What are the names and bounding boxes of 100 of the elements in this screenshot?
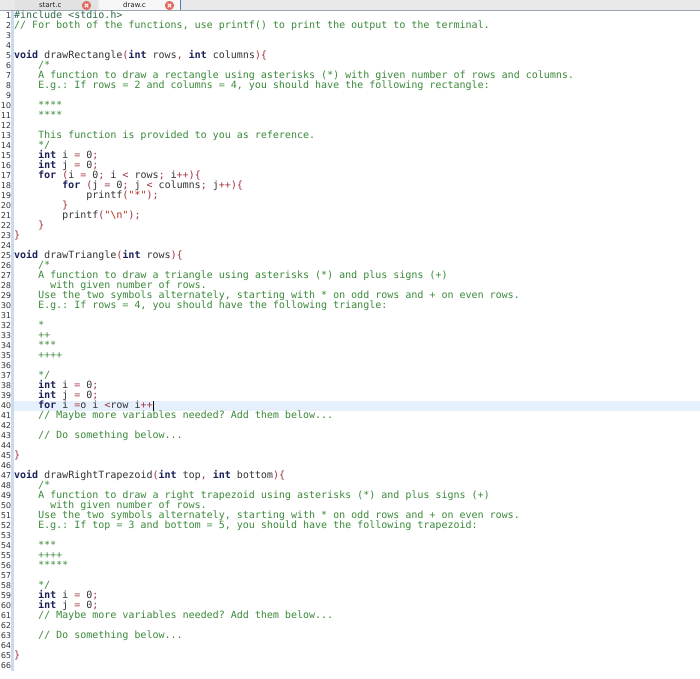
code-line: for (i = 0; i < rows; i++){ <box>37 171 202 181</box>
code-line: // For both of the functions, use printf() to print the output to the terminal. <box>14 21 491 31</box>
line-number: 1 <box>4 11 11 21</box>
line-number: 34 <box>0 341 11 351</box>
line-number: 40 <box>0 401 11 411</box>
code-line: ++++ <box>37 351 64 361</box>
line-number: 28 <box>0 281 11 291</box>
line-number: 62 <box>0 621 11 631</box>
line-number: 21 <box>0 211 11 221</box>
code-line: */ <box>37 581 50 591</box>
line-number: 48 <box>0 481 11 491</box>
line-number: 2 <box>4 21 11 31</box>
line-number: 61 <box>0 611 11 621</box>
code-line: E.g.: If rows = 4, you should have the following triangle: <box>37 301 388 311</box>
line-number: 14 <box>0 141 11 151</box>
code-line: **** <box>37 101 64 111</box>
line-number: 10 <box>0 101 11 111</box>
code-line: *** <box>37 341 58 351</box>
close-icon[interactable] <box>165 0 174 10</box>
line-number: 27 <box>0 271 11 281</box>
line-number: 66 <box>0 661 11 671</box>
line-number: 65 <box>0 651 11 661</box>
code-line: */ <box>37 141 50 151</box>
code-line: ++++ <box>37 551 62 561</box>
code-line: Use the two symbols alternately, starting with * on odd rows and + on even rows. <box>37 291 521 301</box>
code-line: // Do something below... <box>37 431 184 441</box>
code-line: with given number of rows. <box>50 501 207 511</box>
line-number: 63 <box>0 631 11 641</box>
line-number: 7 <box>4 71 11 81</box>
line-number: 11 <box>0 111 11 121</box>
code-line: // Do something below... <box>37 631 184 641</box>
code-line: printf("\n"); <box>61 211 142 221</box>
line-number: 25 <box>0 251 11 261</box>
line-number: 49 <box>0 491 11 501</box>
line-number: 36 <box>0 361 11 371</box>
line-number: 4 <box>4 41 11 51</box>
code-line: } <box>14 451 22 461</box>
code-line: int i = 0; <box>37 591 100 601</box>
code-line: } <box>37 221 46 231</box>
code-line: */ <box>37 371 50 381</box>
code-line: printf("*"); <box>85 191 160 201</box>
line-number: 53 <box>0 531 11 541</box>
line-number: 64 <box>0 641 11 651</box>
line-number: 3 <box>4 31 11 41</box>
line-number: 15 <box>0 151 11 161</box>
line-number: 42 <box>0 421 11 431</box>
line-number: 58 <box>0 581 11 591</box>
line-number: 26 <box>0 261 11 271</box>
line-number: 55 <box>0 551 11 561</box>
code-line: E.g.: If top = 3 and bottom = 5, you should have the following trapezoid: <box>37 521 479 531</box>
code-line: /* <box>37 61 50 71</box>
code-line: // Maybe more variables needed? Add them below... <box>37 611 334 621</box>
line-number: 44 <box>0 441 11 451</box>
line-number: 13 <box>0 131 11 141</box>
code-line: A function to draw a right trapezoid using asterisks (*) and plus signs (+) <box>37 491 491 501</box>
code-line: A function to draw a triangle using asterisks (*) and plus signs (+) <box>37 271 448 281</box>
text-cursor <box>152 401 154 411</box>
line-number: 43 <box>0 431 11 441</box>
code-line: * <box>37 321 46 331</box>
close-icon[interactable] <box>82 0 91 10</box>
line-number: 57 <box>0 571 11 581</box>
code-line: /* <box>37 261 50 271</box>
code-line: #include <stdio.h> <box>14 11 124 21</box>
line-number: 24 <box>0 241 11 251</box>
line-number: 54 <box>0 541 11 551</box>
line-number: 50 <box>0 501 11 511</box>
line-number: 6 <box>4 61 11 71</box>
code-line: Use the two symbols alternately, starting with * on odd rows and + on even rows. <box>37 511 521 521</box>
code-line: } <box>14 651 22 661</box>
code-line: /* <box>37 481 50 491</box>
line-number: 60 <box>0 601 11 611</box>
code-line: } <box>61 201 68 211</box>
line-number: 38 <box>0 381 11 391</box>
line-number: 5 <box>4 51 11 61</box>
line-number: 33 <box>0 331 11 341</box>
code-line: A function to draw a rectangle using asterisks (*) with given number of rows and columns. <box>37 71 575 81</box>
line-number: 37 <box>0 371 11 381</box>
line-number: 31 <box>0 311 11 321</box>
line-number: 52 <box>0 521 11 531</box>
code-line: int j = 0; <box>37 161 100 171</box>
line-number: 47 <box>0 471 11 481</box>
line-number: 35 <box>0 351 11 361</box>
line-number: 46 <box>0 461 11 471</box>
line-number: 32 <box>0 321 11 331</box>
line-number: 16 <box>0 161 11 171</box>
code-line: int i = 0; <box>37 381 100 391</box>
code-line: This function is provided to you as reference. <box>37 131 316 141</box>
line-number: 45 <box>0 451 11 461</box>
code-line: int i = 0; <box>37 151 100 161</box>
code-line: int j = 0; <box>37 391 100 401</box>
line-number: 41 <box>0 411 11 421</box>
code-line: **** <box>37 111 64 121</box>
code-line: int j = 0; <box>37 601 100 611</box>
code-line: void drawTriangle(int rows){ <box>14 251 184 261</box>
code-line: for (j = 0; j < columns; j++){ <box>61 181 244 191</box>
code-line: E.g.: If rows = 2 and columns = 4, you should have the following rectangle: <box>37 81 491 91</box>
line-number: 23 <box>0 231 11 241</box>
code-line: // Maybe more variables needed? Add them below... <box>37 411 334 421</box>
code-line: ++ <box>37 331 50 341</box>
line-number: 56 <box>0 561 11 571</box>
